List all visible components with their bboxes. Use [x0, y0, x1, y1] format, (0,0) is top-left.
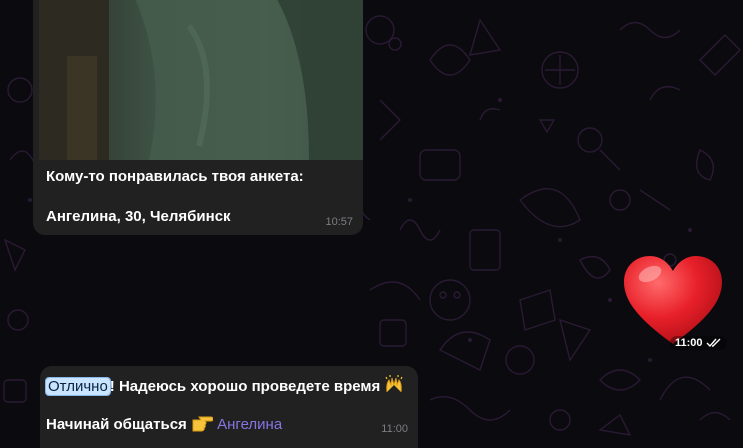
raising-hands-icon: [385, 375, 403, 393]
sticker-meta: 11:00: [670, 336, 727, 350]
message-line2-text: Начинай общаться: [46, 416, 187, 433]
user-mention-link[interactable]: Ангелина: [217, 416, 282, 433]
red-heart-icon[interactable]: [620, 252, 726, 348]
message-text-rest: ! Надеюсь хорошо проведете время: [109, 378, 381, 395]
message-time: 11:00: [381, 423, 408, 435]
photo-caption-line1: Кому-то понравилась твоя анкета:: [46, 168, 304, 185]
message-line2: Начинай общаться Ангелина: [46, 414, 282, 435]
double-check-icon: [706, 338, 721, 348]
message-line1: Отлично! Надеюсь хорошо проведете время: [46, 374, 404, 397]
message-time: 10:57: [325, 216, 353, 228]
pointing-right-icon: [192, 416, 213, 432]
sticker-time: 11:00: [675, 337, 703, 349]
incoming-message-text[interactable]: Отлично! Надеюсь хорошо проведете время …: [40, 366, 418, 448]
message-photo[interactable]: [39, 0, 363, 160]
search-highlight: Отлично: [46, 378, 110, 395]
incoming-message-photo[interactable]: Кому-то понравилась твоя анкета: Ангелин…: [33, 0, 363, 235]
photo-caption-line2: Ангелина, 30, Челябинск: [46, 208, 231, 225]
